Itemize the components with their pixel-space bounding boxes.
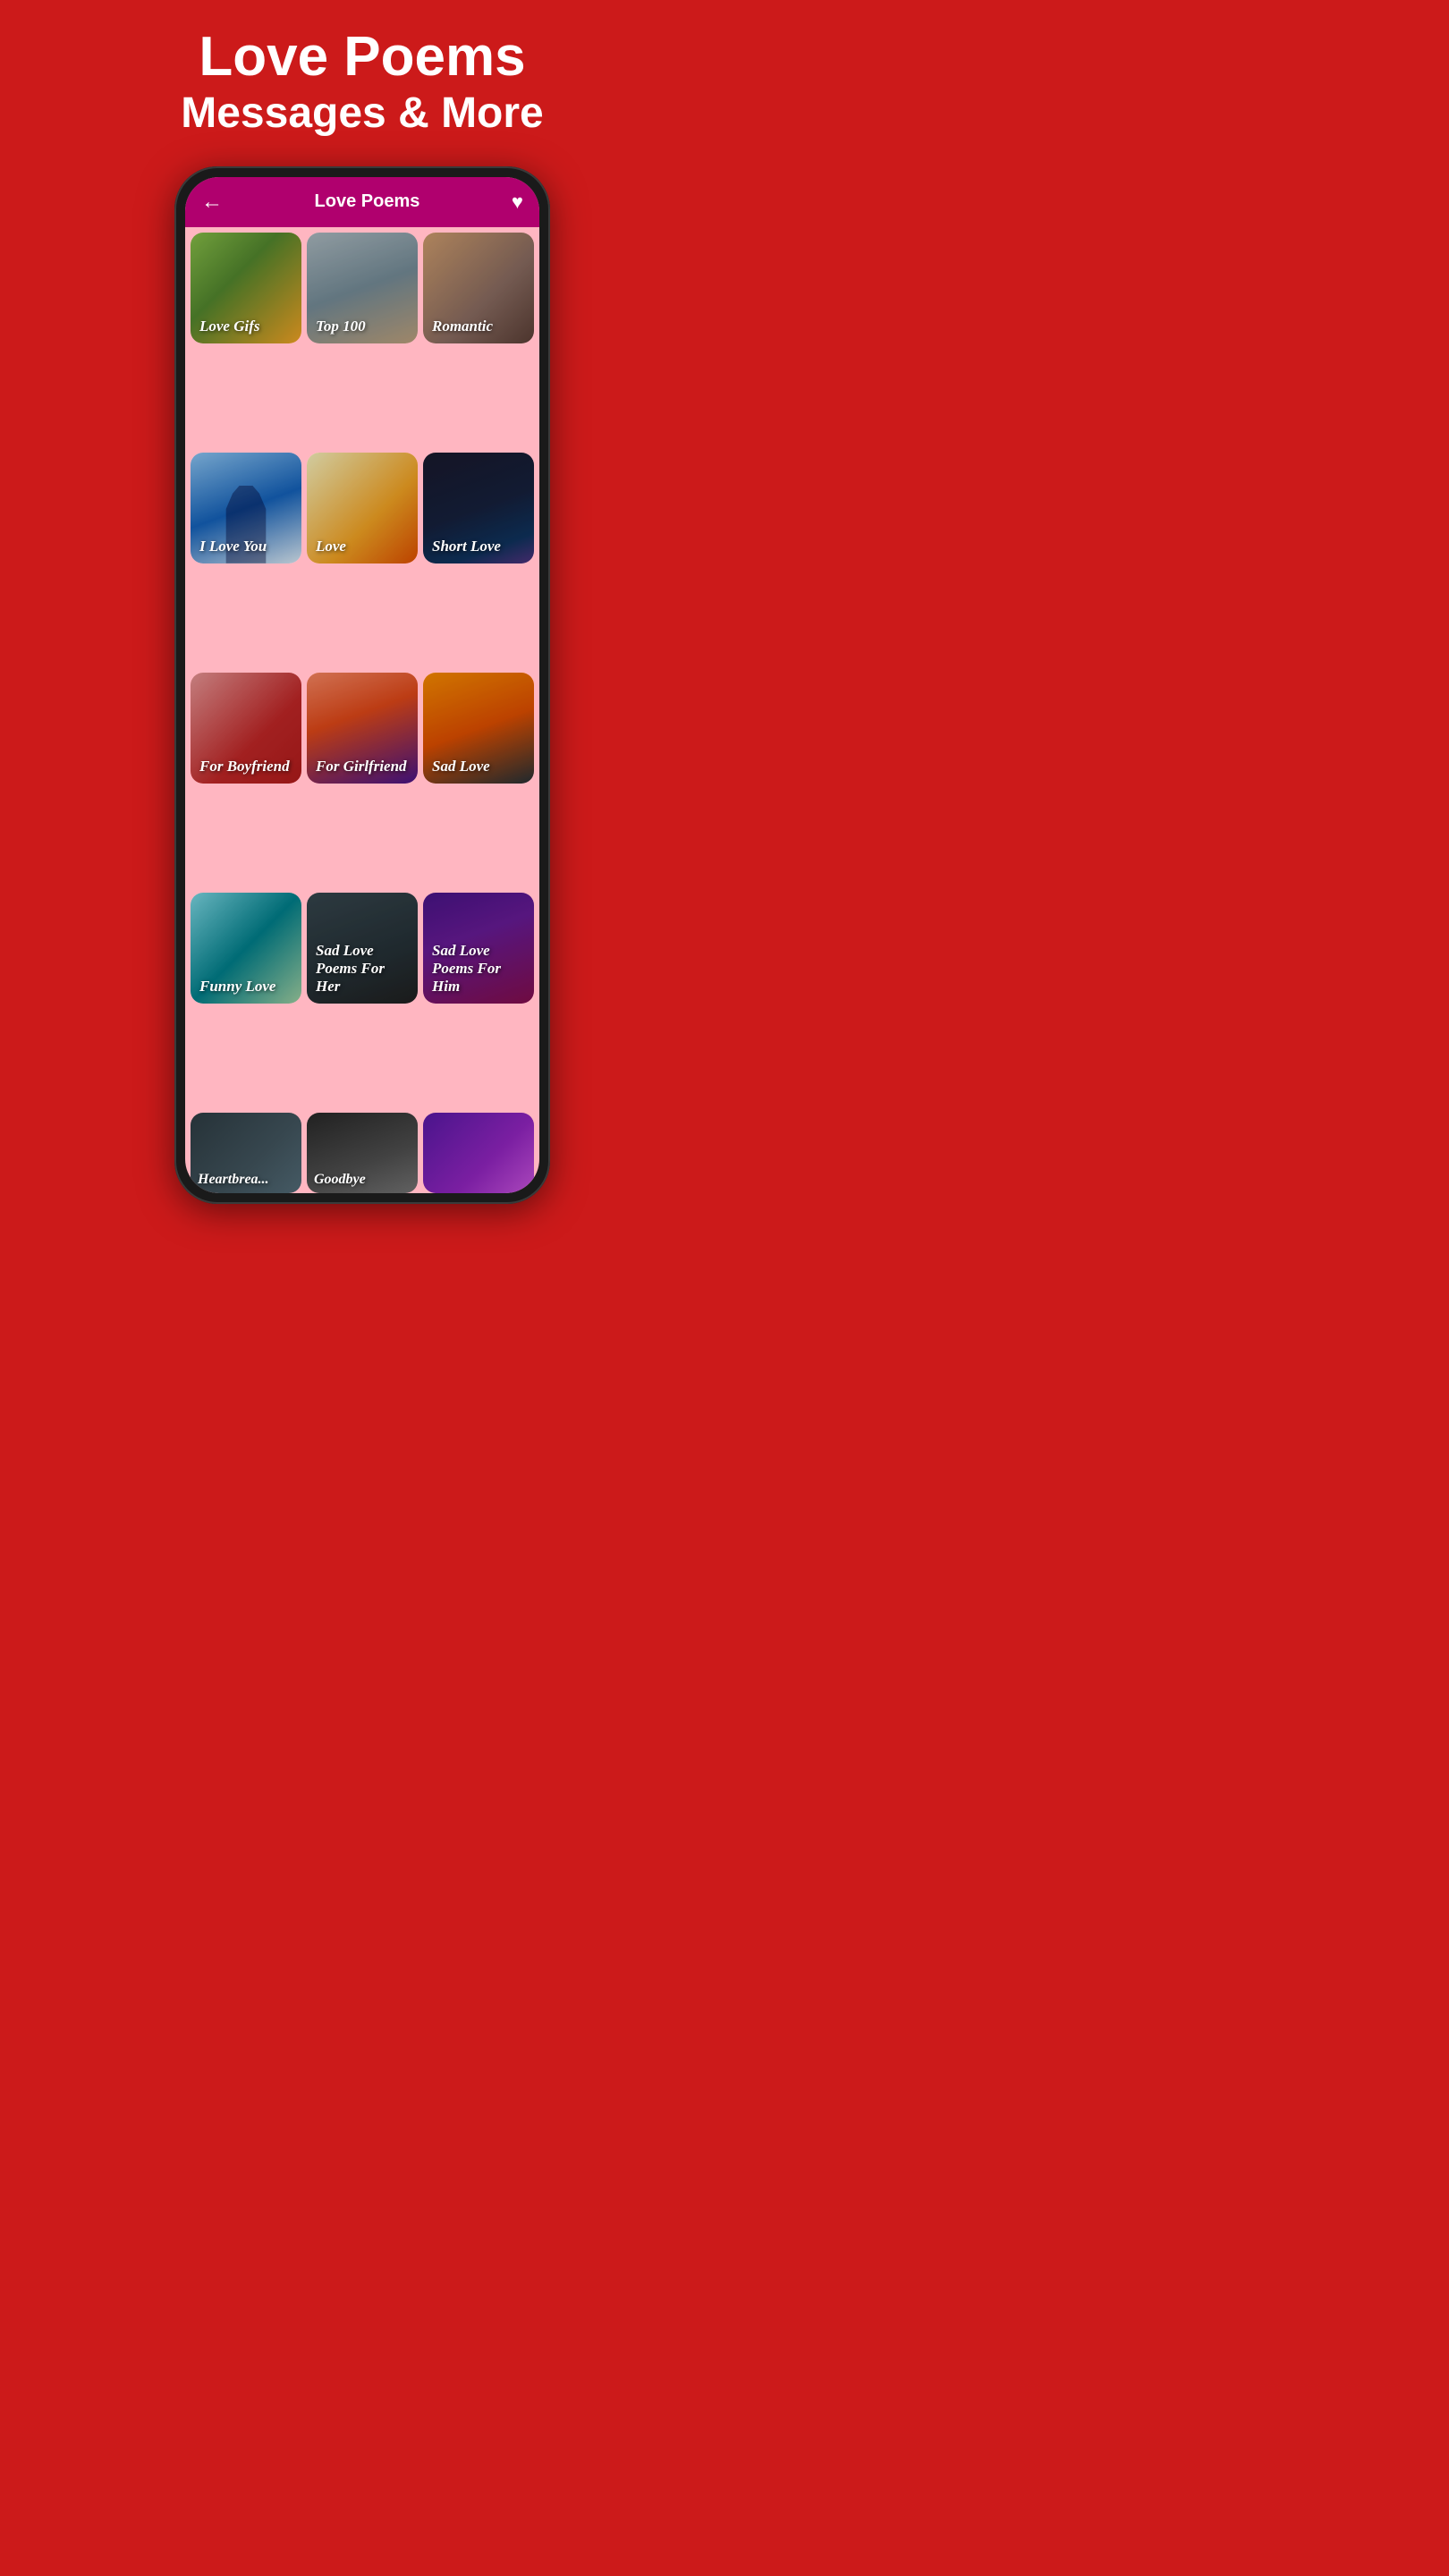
app-header: Love Poems Messages & More: [163, 0, 562, 157]
app-bar: ← Love Poems ♥: [185, 177, 539, 227]
favorites-heart-icon[interactable]: ♥: [512, 191, 523, 214]
phone-mockup: ← Love Poems ♥ Love Gifs Top 100 Romanti…: [174, 166, 550, 1204]
grid-item-sad-love-him[interactable]: Sad Love Poems For Him: [423, 893, 534, 1004]
category-grid: Love Gifs Top 100 Romantic I Love You: [185, 227, 539, 1113]
card-label-love-gifs: Love Gifs: [191, 310, 269, 343]
card-label-sadloveher: Sad Love Poems For Her: [307, 935, 418, 1004]
grid-item-love[interactable]: Love: [307, 453, 418, 564]
grid-item-sad-love[interactable]: Sad Love: [423, 673, 534, 784]
grid-item-funny-love[interactable]: Funny Love: [191, 893, 301, 1004]
card-label-iloveyou: I Love You: [191, 530, 275, 563]
grid-item-for-boyfriend[interactable]: For Boyfriend: [191, 673, 301, 784]
card-label-extra: [423, 1182, 437, 1193]
card-label-top100: Top 100: [307, 310, 375, 343]
grid-item-for-girlfriend[interactable]: For Girlfriend: [307, 673, 418, 784]
grid-item-top100[interactable]: Top 100: [307, 233, 418, 343]
main-subtitle: Messages & More: [181, 88, 544, 140]
grid-item-sad-love-her[interactable]: Sad Love Poems For Her: [307, 893, 418, 1004]
card-label-funnylove: Funny Love: [191, 970, 284, 1003]
card-label-love: Love: [307, 530, 355, 563]
card-label-heartbreak: Heartbrea...: [191, 1166, 276, 1193]
grid-item-romantic[interactable]: Romantic: [423, 233, 534, 343]
card-label-goodbye: Goodbye: [307, 1166, 373, 1193]
card-label-shortlove: Short Love: [423, 530, 510, 563]
grid-item-extra[interactable]: [423, 1113, 534, 1193]
back-button[interactable]: ←: [201, 190, 223, 215]
grid-item-love-gifs[interactable]: Love Gifs: [191, 233, 301, 343]
card-label-forgirlfriend: For Girlfriend: [307, 750, 416, 783]
card-label-romantic: Romantic: [423, 310, 502, 343]
grid-item-heartbreak[interactable]: Heartbrea...: [191, 1113, 301, 1193]
card-bg-extra: [423, 1113, 534, 1193]
grid-item-short-love[interactable]: Short Love: [423, 453, 534, 564]
card-label-forboyfriend: For Boyfriend: [191, 750, 299, 783]
partial-bottom-row: Heartbrea... Goodbye: [185, 1113, 539, 1193]
phone-screen: ← Love Poems ♥ Love Gifs Top 100 Romanti…: [185, 177, 539, 1193]
appbar-title: Love Poems: [315, 191, 420, 212]
card-label-sadlove: Sad Love: [423, 750, 499, 783]
main-title: Love Poems: [181, 27, 544, 88]
grid-item-i-love-you[interactable]: I Love You: [191, 453, 301, 564]
grid-item-goodbye[interactable]: Goodbye: [307, 1113, 418, 1193]
card-label-sadlovehim: Sad Love Poems For Him: [423, 935, 534, 1004]
